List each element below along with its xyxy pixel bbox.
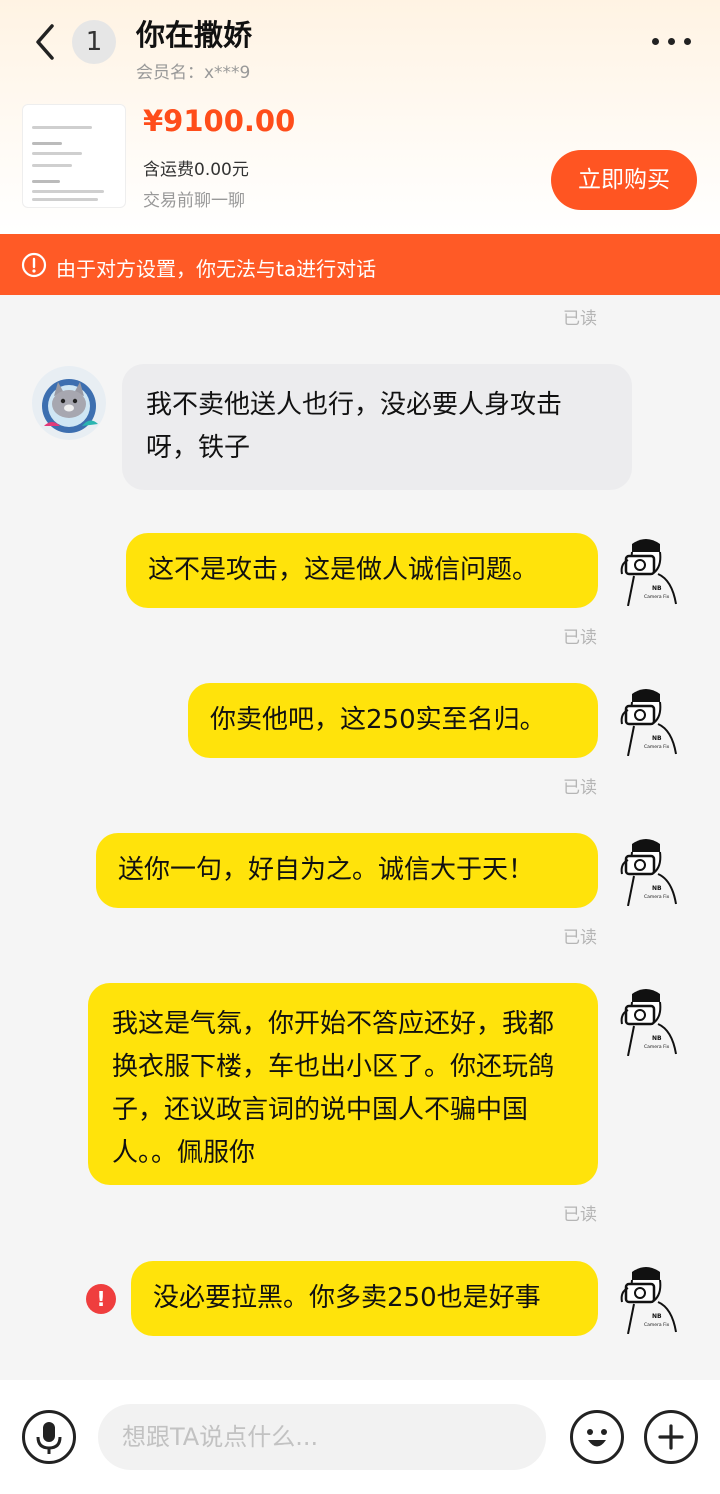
- read-status: 已读: [563, 928, 597, 948]
- svg-text:Camera Fix: Camera Fix: [644, 594, 670, 600]
- message-bubble-me[interactable]: 我这是气氛，你开始不答应还好，我都换衣服下楼，车也出小区了。你还玩鸽子，还议政言…: [88, 983, 598, 1185]
- shipping-fee: 含运费0.00元: [143, 160, 249, 180]
- svg-text:Camera Fix: Camera Fix: [644, 894, 670, 900]
- emoji-icon: [587, 1429, 607, 1447]
- emoji-button[interactable]: [570, 1410, 624, 1464]
- svg-text:Camera Fix: Camera Fix: [644, 1044, 670, 1050]
- member-name: 会员名：x***9: [136, 63, 251, 83]
- more-options-button[interactable]: [648, 28, 696, 54]
- message-bubble-me[interactable]: 你卖他吧，这250实至名归。: [188, 683, 598, 758]
- my-avatar[interactable]: NB Camera Fix: [612, 1262, 680, 1335]
- my-avatar[interactable]: NB Camera Fix: [612, 984, 680, 1057]
- blocked-warning-bar: 由于对方设置，你无法与ta进行对话: [0, 234, 720, 295]
- camera-man-avatar-icon: NB Camera Fix: [620, 1267, 677, 1335]
- alert-circle-icon: [21, 252, 47, 278]
- read-status: 已读: [563, 628, 597, 648]
- message-bubble-me[interactable]: 这不是攻击，这是做人诚信问题。: [126, 533, 598, 608]
- chat-title: 你在撒娇: [136, 18, 253, 52]
- read-status: 已读: [563, 778, 597, 798]
- plus-icon: [658, 1424, 684, 1450]
- read-status: 已读: [563, 309, 597, 329]
- svg-text:NB: NB: [652, 585, 662, 592]
- read-status: 已读: [563, 1205, 597, 1225]
- seller-avatar[interactable]: [32, 366, 106, 440]
- more-actions-button[interactable]: [644, 1410, 698, 1464]
- back-button[interactable]: [28, 22, 64, 62]
- product-thumbnail[interactable]: [22, 104, 126, 208]
- chevron-left-icon: [36, 24, 54, 60]
- svg-text:NB: NB: [652, 1035, 662, 1042]
- svg-text:Camera Fix: Camera Fix: [644, 744, 670, 750]
- svg-text:Camera Fix: Camera Fix: [644, 1322, 670, 1328]
- svg-text:NB: NB: [652, 735, 662, 742]
- message-bubble-me[interactable]: 送你一句，好自为之。诚信大于天！: [96, 833, 598, 908]
- message-bubble-me[interactable]: 没必要拉黑。你多卖250也是好事: [131, 1261, 598, 1336]
- svg-text:NB: NB: [652, 885, 662, 892]
- buy-now-button[interactable]: 立即购买: [551, 150, 697, 210]
- my-avatar[interactable]: NB Camera Fix: [612, 684, 680, 757]
- camera-man-avatar-icon: NB Camera Fix: [620, 839, 677, 907]
- my-avatar[interactable]: NB Camera Fix: [612, 834, 680, 907]
- product-price: ¥9100.00: [143, 104, 296, 138]
- send-failed-icon[interactable]: !: [86, 1284, 116, 1314]
- pre-chat-label: 交易前聊一聊: [143, 191, 245, 211]
- svg-text:NB: NB: [652, 1313, 662, 1320]
- my-avatar[interactable]: NB Camera Fix: [612, 534, 680, 607]
- microphone-icon: [36, 1422, 62, 1454]
- camera-man-avatar-icon: NB Camera Fix: [620, 689, 677, 757]
- message-bubble-them[interactable]: 我不卖他送人也行，没必要人身攻击呀，铁子: [122, 364, 632, 490]
- chat-header: 1 你在撒娇 会员名：x***9 ¥9100.00 含运费0.00元 交易前聊一…: [0, 0, 720, 234]
- camera-man-avatar-icon: NB Camera Fix: [620, 539, 677, 607]
- message-input[interactable]: [98, 1404, 546, 1470]
- cat-astronaut-avatar-icon: [32, 366, 106, 440]
- unread-count-badge[interactable]: 1: [72, 20, 116, 64]
- voice-button[interactable]: [22, 1410, 76, 1464]
- warning-text: 由于对方设置，你无法与ta进行对话: [56, 257, 377, 281]
- camera-man-avatar-icon: NB Camera Fix: [620, 989, 677, 1057]
- message-input-bar: [0, 1380, 720, 1494]
